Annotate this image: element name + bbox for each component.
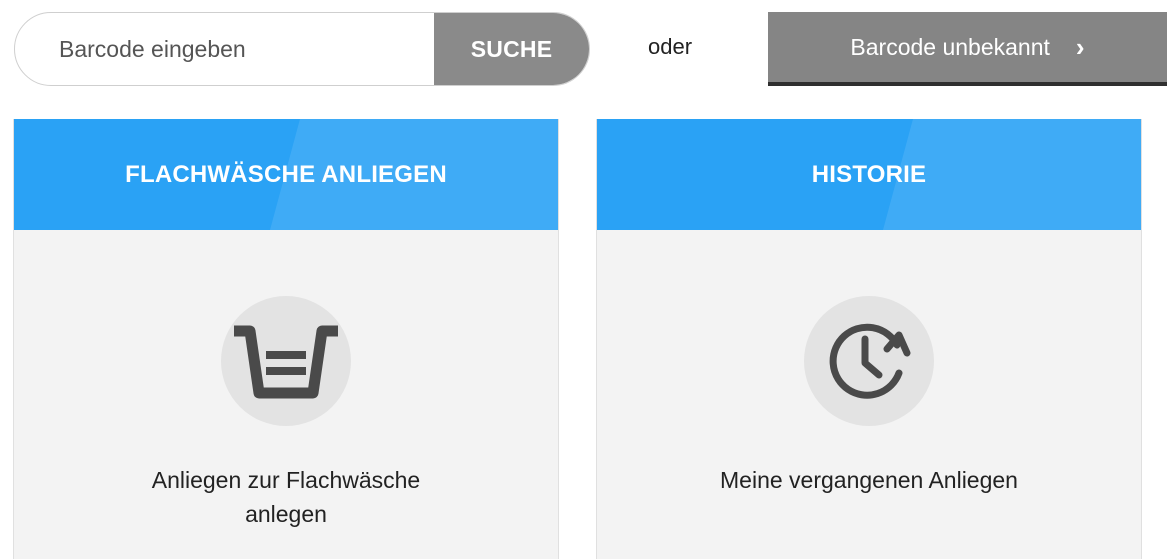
or-label: oder bbox=[648, 34, 693, 59]
barcode-unknown-button[interactable]: Barcode unbekannt › bbox=[768, 12, 1167, 86]
barcode-input[interactable] bbox=[15, 13, 434, 85]
card-description-line: Meine vergangenen Anliegen bbox=[720, 467, 1018, 493]
card-description: Meine vergangenen Anliegen bbox=[597, 463, 1141, 497]
history-icon bbox=[804, 296, 934, 426]
card-description: Anliegen zur Flachwäsche anlegen bbox=[14, 463, 558, 531]
chevron-right-icon: › bbox=[1075, 32, 1085, 62]
card-historie[interactable]: HISTORIE Meine vergangenen Anliegen bbox=[596, 119, 1142, 559]
card-description-line: anlegen bbox=[245, 501, 327, 527]
barcode-unknown-label: Barcode unbekannt bbox=[850, 33, 1050, 60]
card-header: HISTORIE bbox=[597, 119, 1141, 230]
card-header: FLACHWÄSCHE ANLIEGEN bbox=[14, 119, 558, 230]
card-title: HISTORIE bbox=[811, 160, 927, 188]
card-flachwaesche[interactable]: FLACHWÄSCHE ANLIEGEN Anliegen zur Flachw… bbox=[13, 119, 559, 559]
barcode-search: SUCHE bbox=[14, 12, 590, 86]
card-title: FLACHWÄSCHE ANLIEGEN bbox=[125, 160, 447, 188]
card-description-line: Anliegen zur Flachwäsche bbox=[151, 467, 421, 493]
basket-icon bbox=[221, 296, 351, 426]
search-button[interactable]: SUCHE bbox=[434, 13, 589, 85]
